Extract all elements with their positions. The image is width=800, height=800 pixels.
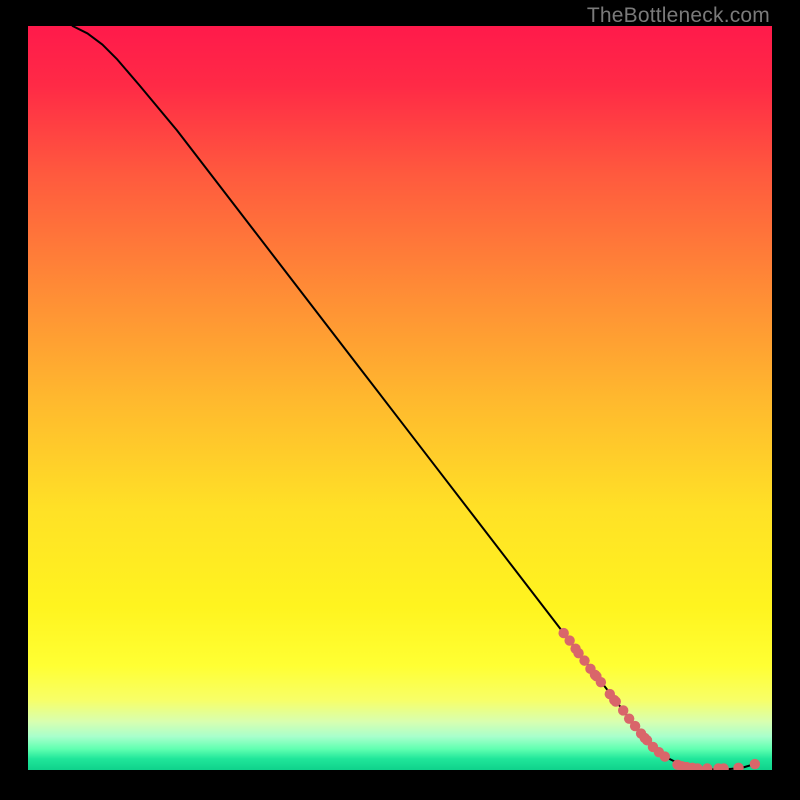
sample-point — [750, 759, 760, 769]
chart-frame — [28, 26, 772, 770]
sample-point — [660, 751, 670, 761]
watermark-label: TheBottleneck.com — [587, 4, 770, 28]
sample-point — [611, 696, 621, 706]
sample-point — [596, 677, 606, 687]
gradient-background — [28, 26, 772, 770]
bottleneck-chart — [28, 26, 772, 770]
